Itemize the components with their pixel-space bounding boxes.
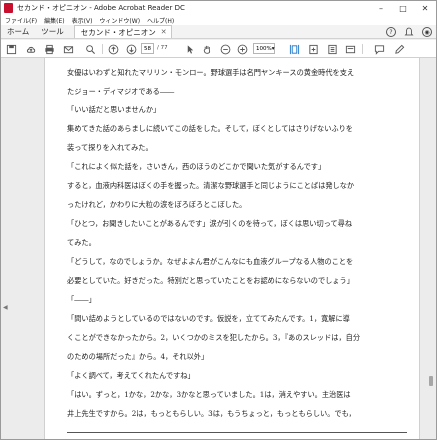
text-line: くことができなかったから。2，いくつかのミスを犯したから。3，『あのスレッドは，… — [67, 333, 361, 342]
text-line: 「これによく似た話を，さいきん，西のほうのどこかで聞いた気がするんです」 — [67, 162, 326, 171]
page-display-icon[interactable] — [326, 43, 338, 55]
document-viewer[interactable]: ◀ 女優はいわずと知れたマリリン・モンロー。野球選手は名門ヤンキースの黄金時代を… — [1, 58, 436, 439]
text-line: 「間い詰めようとしているのではないのです。仮説を，立ててみたんです。1，寛解に導 — [67, 314, 350, 323]
tabbar-actions: ? ◉ — [378, 25, 432, 39]
zoom-in-icon[interactable] — [236, 43, 248, 55]
text-line: 「よく調べて，考えてくれたんですね」 — [67, 371, 195, 380]
minimize-button[interactable]: – — [370, 1, 392, 15]
close-window-button[interactable]: ✕ — [414, 1, 436, 15]
chevron-down-icon: ▾ — [271, 45, 275, 52]
text-line: 女優はいわずと知れたマリリン・モンロー。野球選手は名門ヤンキースの黄金時代を支え — [67, 68, 355, 77]
acrobat-window: セカンド・オピニオン - Adobe Acrobat Reader DC – □… — [0, 0, 437, 440]
account-icon[interactable]: ◉ — [422, 27, 432, 37]
scrollbar-thumb[interactable] — [429, 376, 433, 386]
text-line: 「ひとつ，お聞きしたいことがあるんです」涙が引くのを待って，ぼくは思い切って尋ね — [67, 219, 353, 228]
zoom-out-icon[interactable] — [219, 43, 231, 55]
tab-bar: ホーム ツール セカンド・オピニオン ✕ ? ◉ — [1, 25, 436, 39]
text-line: 「――」 — [67, 295, 96, 304]
title-bar: セカンド・オピニオン - Adobe Acrobat Reader DC – □… — [1, 1, 436, 15]
pen-icon[interactable] — [393, 43, 405, 55]
print-icon[interactable] — [43, 43, 55, 55]
toolbar: 58 / 77 100% ▾ — [1, 40, 436, 58]
menu-help[interactable]: ヘルプ(H) — [147, 16, 174, 25]
text-line: すると，血液内科医はぼくの手を握った。清潔な野球選手と同じようにことばは発しなか — [67, 181, 355, 190]
text-line: ったけれど，かわりに大粒の涙をぼろぼろとこぼした。 — [67, 200, 247, 209]
read-mode-icon[interactable] — [344, 43, 356, 55]
close-tab-icon[interactable]: ✕ — [161, 28, 167, 36]
menu-bar: ファイル(F) 編集(E) 表示(V) ウィンドウ(W) ヘルプ(H) — [1, 15, 436, 25]
upload-cloud-icon[interactable] — [25, 43, 37, 55]
text-line: 「いい話だと思いませんか」 — [67, 105, 161, 114]
text-line: 装って探りを入れてみた。 — [67, 143, 153, 152]
text-line: 「はい。ずっと，1かな，2かな，3かなと思っていました。1は，消えやすい。主治医… — [67, 390, 351, 399]
text-line: 井上先生ですから。2は，もっともらしい。3は，もうちょっと，もっともらしい。でも… — [67, 409, 356, 418]
previous-page-icon[interactable] — [107, 43, 119, 55]
fit-page-icon[interactable] — [288, 43, 300, 55]
menu-file[interactable]: ファイル(F) — [5, 16, 37, 25]
bell-icon[interactable] — [404, 27, 414, 37]
window-controls: – □ ✕ — [370, 1, 436, 15]
text-line: 「どうして，なのでしょうか。なぜよよん君がこんなにも血液グループなる人物のことを — [67, 257, 354, 266]
text-line: 必要としていた。好きだった。特別だと思っていたことをお認めにならないのでしょう」 — [67, 276, 354, 285]
comment-icon[interactable] — [373, 43, 385, 55]
select-cursor-icon[interactable] — [184, 43, 196, 55]
page-divider — [67, 432, 407, 433]
menu-window[interactable]: ウィンドウ(W) — [99, 16, 140, 25]
text-line: のための場所だった』から。4，それ以外」 — [67, 352, 209, 361]
zoom-select[interactable]: 100% ▾ — [253, 43, 275, 54]
tab-home[interactable]: ホーム — [1, 25, 35, 38]
zoom-value: 100% — [256, 45, 272, 52]
menu-view[interactable]: 表示(V) — [72, 16, 93, 25]
tab-document[interactable]: セカンド・オピニオン ✕ — [73, 25, 172, 38]
acrobat-app-icon — [4, 3, 13, 13]
text-line: 集めてきた話のあらましに続いてこの話をした。そして，ぼくとしてはさりげないふりを — [67, 124, 353, 133]
window-title: セカンド・オピニオン - Adobe Acrobat Reader DC — [17, 4, 185, 12]
maximize-button[interactable]: □ — [392, 1, 414, 15]
mail-icon[interactable] — [62, 43, 74, 55]
page-total: / 77 — [157, 45, 168, 51]
full-screen-icon[interactable] — [307, 43, 319, 55]
text-line: てみた。 — [67, 238, 96, 247]
help-icon[interactable]: ? — [386, 27, 396, 37]
search-icon[interactable] — [84, 43, 96, 55]
tab-tools[interactable]: ツール — [35, 25, 70, 38]
toolbar-divider — [362, 44, 363, 54]
text-line: たジョー・ディマジオである―― — [67, 87, 175, 96]
menu-edit[interactable]: 編集(E) — [44, 16, 64, 25]
document-page: 女優はいわずと知れたマリリン・モンロー。野球選手は名門ヤンキースの黄金時代を支え… — [44, 58, 420, 439]
left-panel-toggle-icon[interactable]: ◀ — [3, 304, 8, 312]
vertical-scrollbar[interactable] — [426, 58, 436, 439]
save-icon[interactable] — [5, 43, 17, 55]
hand-tool-icon[interactable] — [201, 43, 213, 55]
tab-document-label: セカンド・オピニオン — [80, 27, 156, 37]
toolbar-divider — [102, 44, 103, 54]
page-number-input[interactable]: 58 — [141, 43, 154, 54]
next-page-icon[interactable] — [125, 43, 137, 55]
